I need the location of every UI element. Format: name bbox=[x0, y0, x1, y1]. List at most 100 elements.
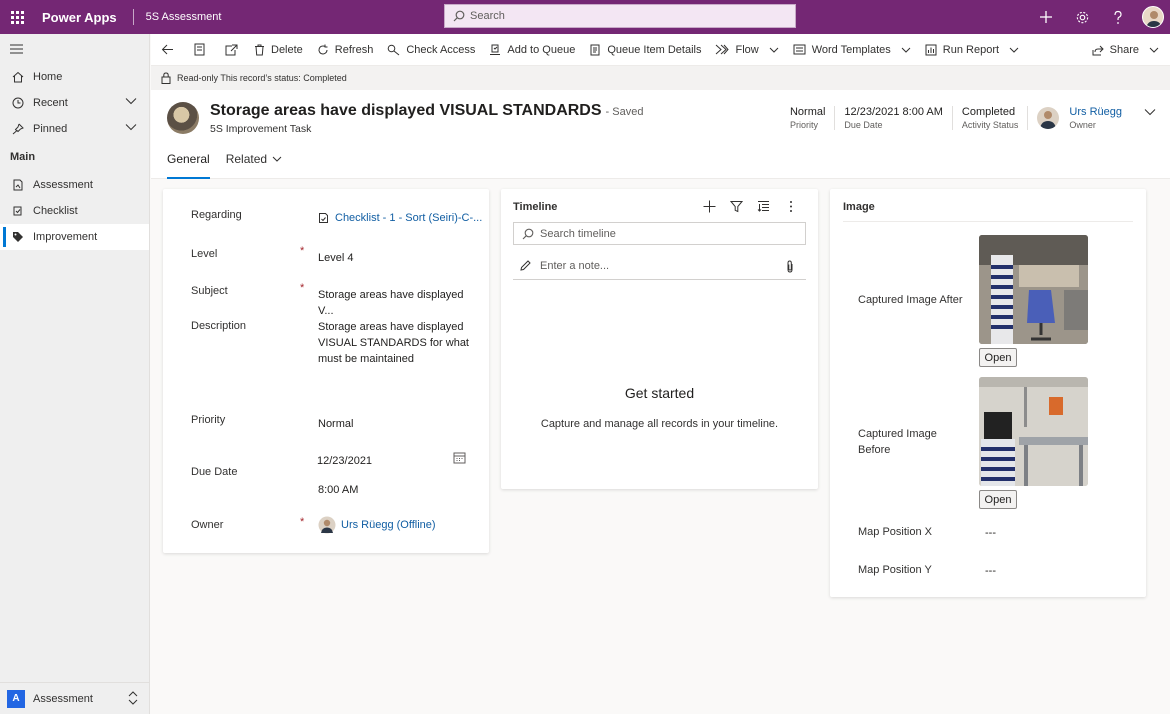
sort-list-icon[interactable] bbox=[750, 200, 777, 213]
top-bar: Power Apps 5S Assessment Search bbox=[0, 0, 1170, 34]
level-value[interactable]: Level 4 bbox=[318, 250, 478, 266]
tab-related[interactable]: Related bbox=[226, 152, 282, 179]
tag-icon bbox=[10, 231, 26, 243]
refresh-button[interactable]: Refresh bbox=[310, 34, 381, 66]
record-title-text: Storage areas have displayed VISUAL STAN… bbox=[210, 102, 602, 119]
sidebar-item-checklist[interactable]: Checklist bbox=[0, 198, 149, 224]
help-question-icon[interactable] bbox=[1100, 0, 1136, 34]
sidebar-item-label: Assessment bbox=[33, 179, 93, 191]
header-field-label: Due Date bbox=[844, 120, 883, 130]
field-label: Subject bbox=[191, 285, 228, 297]
refresh-label: Refresh bbox=[334, 43, 374, 56]
regarding-value: Checklist - 1 - Sort (Seiri)-C-... bbox=[335, 212, 483, 224]
topbar-divider bbox=[132, 9, 134, 25]
required-marker: * bbox=[300, 282, 305, 294]
check-access-label: Check Access bbox=[406, 43, 476, 56]
home-icon bbox=[10, 71, 26, 83]
sidebar-item-improvement[interactable]: Improvement bbox=[0, 224, 149, 250]
run-report-menu-button[interactable]: Run Report bbox=[918, 34, 1026, 66]
hamburger-menu-icon[interactable] bbox=[0, 34, 149, 64]
open-new-window-icon[interactable] bbox=[215, 34, 247, 66]
search-icon bbox=[522, 228, 534, 239]
word-templates-menu-button[interactable]: Word Templates bbox=[786, 34, 918, 66]
chevron-down-icon[interactable] bbox=[125, 123, 137, 131]
image-section-card: Image Captured Image After Open Captured… bbox=[830, 189, 1146, 597]
tab-general[interactable]: General bbox=[167, 152, 210, 179]
timeline-card: Timeline Search timeline Enter a note...… bbox=[501, 189, 818, 489]
area-switcher-label: Assessment bbox=[33, 692, 93, 705]
subject-value[interactable]: Storage areas have displayed V... bbox=[318, 287, 478, 319]
global-search-input[interactable]: Search bbox=[444, 4, 796, 28]
sidebar-item-home[interactable]: Home bbox=[0, 64, 149, 90]
header-field-label: Priority bbox=[789, 120, 818, 130]
area-switcher[interactable]: A Assessment bbox=[0, 682, 150, 714]
record-title: Storage areas have displayed VISUAL STAN… bbox=[210, 102, 643, 120]
due-time-value[interactable]: 8:00 AM bbox=[318, 482, 478, 498]
map-position-y-label: Map Position Y bbox=[858, 564, 932, 576]
more-options-icon[interactable] bbox=[777, 200, 804, 213]
checklist-icon bbox=[10, 205, 26, 217]
new-plus-icon[interactable] bbox=[1028, 0, 1064, 34]
header-fields: Normal Priority 12/23/2021 8:00 AM Due D… bbox=[781, 106, 1156, 130]
captured-image-after[interactable] bbox=[979, 235, 1088, 344]
header-expand-chevron-icon[interactable] bbox=[1144, 108, 1156, 116]
description-value[interactable]: Storage areas have displayed VISUAL STAN… bbox=[318, 319, 478, 367]
key-search-icon bbox=[388, 44, 400, 55]
open-image-after-button[interactable]: Open bbox=[979, 348, 1017, 367]
flow-menu-button[interactable]: Flow bbox=[708, 34, 785, 66]
owner-value: Urs Rüegg (Offline) bbox=[341, 519, 436, 531]
command-bar: Delete Refresh Check Access Add to Queue… bbox=[151, 34, 1170, 66]
share-label: Share bbox=[1109, 44, 1139, 56]
attachment-clip-icon[interactable] bbox=[786, 260, 794, 273]
add-to-queue-label: Add to Queue bbox=[507, 43, 576, 56]
captured-image-before-label: Captured Image Before bbox=[858, 428, 937, 456]
owner-link[interactable]: Urs Rüegg bbox=[1069, 106, 1122, 118]
flow-icon bbox=[716, 44, 730, 55]
captured-image-before[interactable] bbox=[979, 377, 1088, 486]
queue-item-details-button[interactable]: Queue Item Details bbox=[582, 34, 708, 66]
owner-avatar bbox=[1037, 107, 1060, 129]
record-image[interactable] bbox=[167, 102, 199, 134]
add-activity-plus-icon[interactable] bbox=[696, 200, 723, 213]
timeline-search-input[interactable]: Search timeline bbox=[513, 222, 806, 245]
record-header: Storage areas have displayed VISUAL STAN… bbox=[151, 90, 1170, 179]
app-launcher-icon[interactable] bbox=[0, 0, 34, 34]
required-marker: * bbox=[300, 516, 305, 528]
timeline-note-input[interactable]: Enter a note... bbox=[513, 252, 806, 280]
map-position-y-value[interactable]: --- bbox=[985, 565, 996, 577]
priority-value[interactable]: Normal bbox=[318, 416, 478, 432]
header-field-priority: Normal Priority bbox=[781, 106, 834, 130]
trash-icon bbox=[255, 44, 264, 55]
flow-label: Flow bbox=[735, 43, 759, 56]
app-area-name[interactable]: 5S Assessment bbox=[146, 11, 222, 23]
sidebar-item-recent[interactable]: Recent bbox=[0, 90, 149, 116]
queue-item-details-label: Queue Item Details bbox=[607, 43, 702, 56]
sidebar-item-assessment[interactable]: Assessment bbox=[0, 172, 149, 198]
sidebar-item-pinned[interactable]: Pinned bbox=[0, 116, 149, 142]
header-field-activity-status: Completed Activity Status bbox=[951, 106, 1028, 130]
back-arrow-icon[interactable] bbox=[151, 34, 183, 66]
user-avatar[interactable] bbox=[1142, 6, 1164, 28]
owner-lookup-link[interactable]: Urs Rüegg (Offline) bbox=[318, 516, 478, 539]
settings-gear-icon[interactable] bbox=[1064, 0, 1100, 34]
filter-icon[interactable] bbox=[723, 200, 750, 213]
chevron-down-icon bbox=[1149, 47, 1159, 53]
app-name[interactable]: Power Apps bbox=[42, 10, 117, 25]
sitemap-sidebar: Home Recent Pinned Main Assessment Check… bbox=[0, 34, 150, 714]
regarding-lookup-link[interactable]: Checklist - 1 - Sort (Seiri)-C-... bbox=[318, 210, 482, 229]
open-image-before-button[interactable]: Open bbox=[979, 490, 1017, 509]
share-menu-button[interactable]: Share bbox=[1085, 34, 1166, 66]
run-report-label: Run Report bbox=[942, 43, 1000, 56]
refresh-icon bbox=[318, 44, 328, 54]
calendar-icon[interactable] bbox=[453, 451, 466, 464]
form-view-icon[interactable] bbox=[183, 34, 215, 66]
global-search-placeholder: Search bbox=[470, 10, 505, 22]
delete-button[interactable]: Delete bbox=[247, 34, 310, 66]
checklist-record-icon bbox=[319, 213, 328, 223]
chevron-down-icon[interactable] bbox=[125, 97, 137, 105]
check-access-button[interactable]: Check Access bbox=[380, 34, 482, 66]
add-to-queue-button[interactable]: Add to Queue bbox=[482, 34, 582, 66]
map-position-x-value[interactable]: --- bbox=[985, 527, 996, 539]
sidebar-item-label: Home bbox=[33, 71, 63, 83]
field-label: Description bbox=[191, 320, 247, 332]
